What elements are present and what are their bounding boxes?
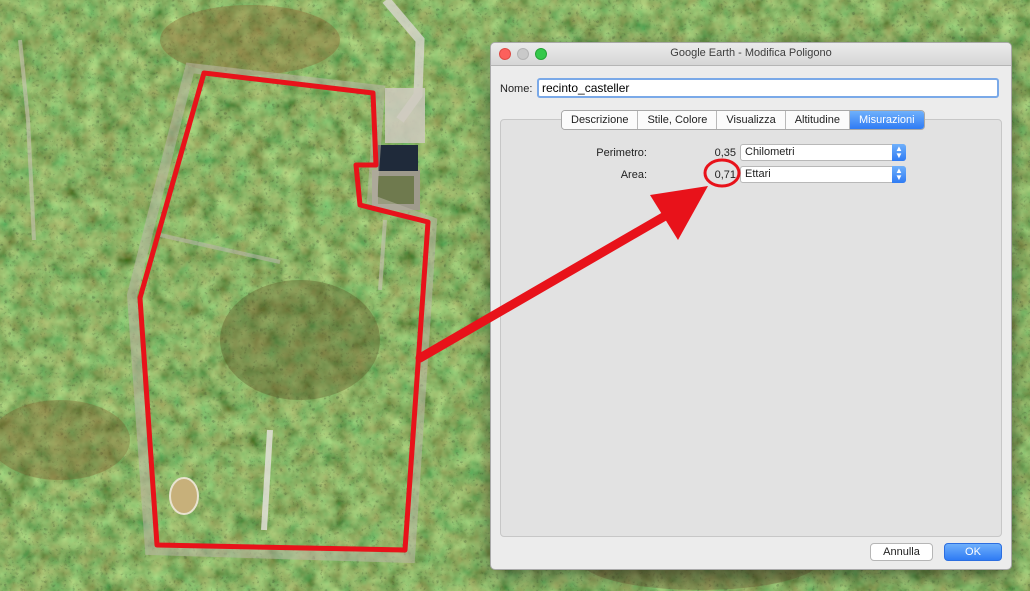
perimeter-unit-value: Chilometri [745,146,795,158]
tab-visualizza[interactable]: Visualizza [717,111,786,129]
perimeter-value: 0,35 [714,147,736,159]
tab-descrizione[interactable]: Descrizione [562,111,639,129]
minimize-window-button[interactable] [517,48,529,60]
area-unit-value: Ettari [745,168,771,180]
cancel-button[interactable]: Annulla [870,543,933,561]
perimeter-label: Perimetro: [596,147,647,159]
edit-polygon-dialog: Google Earth - Modifica Poligono Nome: D… [490,42,1012,570]
name-label: Nome: [500,83,533,95]
area-value: 0,71 [714,169,736,181]
tab-bar: Descrizione Stile, Colore Visualizza Alt… [561,110,925,130]
name-input[interactable] [537,78,999,98]
tab-stile-colore[interactable]: Stile, Colore [638,111,718,129]
ok-button[interactable]: OK [944,543,1002,561]
zoom-window-button[interactable] [535,48,547,60]
chevron-updown-icon: ▲ ▼ [892,144,906,161]
perimeter-unit-select[interactable]: Chilometri ▲ ▼ [740,144,906,161]
chevron-updown-icon: ▲ ▼ [892,166,906,183]
title-bar[interactable]: Google Earth - Modifica Poligono [491,43,1011,66]
tab-altitudine[interactable]: Altitudine [785,111,850,129]
area-unit-select[interactable]: Ettari ▲ ▼ [740,166,906,183]
window-title: Google Earth - Modifica Poligono [670,47,832,59]
close-window-button[interactable] [499,48,511,60]
tab-misurazioni[interactable]: Misurazioni [849,111,924,129]
area-label: Area: [620,169,647,181]
